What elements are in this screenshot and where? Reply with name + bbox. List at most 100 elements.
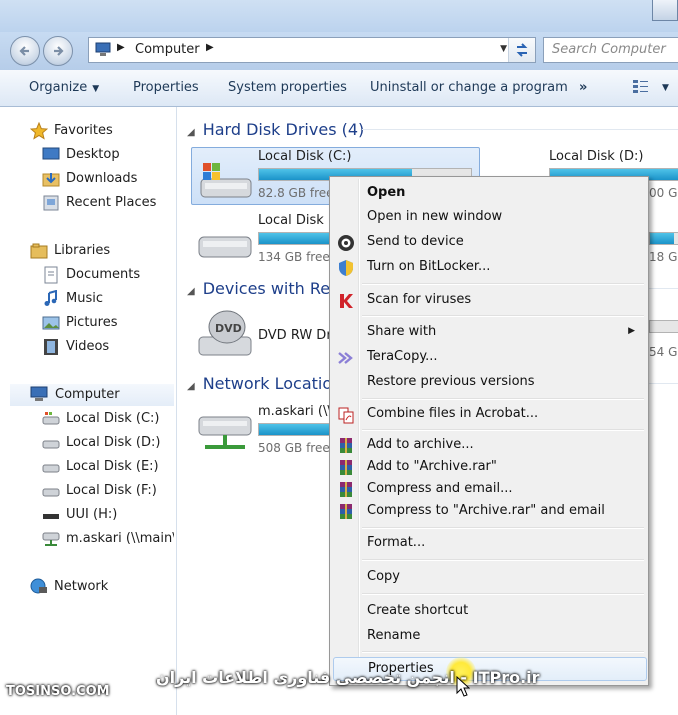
network-globe-icon <box>30 578 47 594</box>
drive-free-space: 508 GB free <box>258 441 330 455</box>
sidebar-item-uui-h[interactable]: UUI (H:) <box>42 505 174 525</box>
back-button[interactable] <box>10 36 40 66</box>
menu-item-add-to-archive-rar[interactable]: Add to "Archive.rar" <box>333 456 645 478</box>
shield-icon <box>339 260 353 276</box>
star-icon <box>30 122 48 140</box>
menu-item-compress-email[interactable]: Compress and email... <box>333 478 645 500</box>
sidebar-item-network-drive[interactable]: m.askari (\\main\ <box>42 529 174 549</box>
sidebar-item-label: Recent Places <box>66 195 157 210</box>
menu-item-label: Copy <box>367 569 400 584</box>
menu-item-label: TeraCopy... <box>367 349 438 364</box>
group-header-network-location[interactable]: ◢ Network Location <box>187 374 342 393</box>
group-header-removable-devices[interactable]: ◢ Devices with Rem <box>187 279 346 298</box>
collapse-icon: ◢ <box>187 286 195 297</box>
system-properties-button[interactable]: System properties <box>228 80 347 95</box>
winrar-icon <box>340 482 352 497</box>
sidebar-libraries[interactable]: Libraries <box>30 241 170 261</box>
sidebar-item-label: Local Disk (F:) <box>66 483 157 498</box>
sidebar-item-downloads[interactable]: Downloads <box>42 169 172 189</box>
sidebar-computer-label: Computer <box>55 387 120 402</box>
navigation-pane: Favorites Desktop Downloads Recent Place… <box>0 107 177 715</box>
sidebar-item-pictures[interactable]: Pictures <box>42 313 172 333</box>
menu-item-share-with[interactable]: Share with ▶ <box>333 321 645 343</box>
more-commands-button[interactable]: » <box>579 80 587 95</box>
forward-arrow-icon <box>54 46 64 56</box>
menu-item-label: Send to device <box>367 234 464 249</box>
collapse-icon: ◢ <box>187 381 195 392</box>
group-title: Devices with Rem <box>202 279 346 298</box>
group-title: Network Location <box>202 374 343 393</box>
search-input[interactable]: Search Computer <box>543 37 678 63</box>
watermark-left: TOSINSO.COM <box>6 684 110 699</box>
menu-item-open[interactable]: Open <box>333 182 645 204</box>
menu-item-label: Format... <box>367 535 426 550</box>
music-icon <box>44 290 57 306</box>
drive-free-space: 82.8 GB free <box>258 186 334 200</box>
sidebar-item-local-disk-f[interactable]: Local Disk (F:) <box>42 481 174 501</box>
menu-item-label: Turn on BitLocker... <box>367 259 491 274</box>
change-view-button[interactable] <box>633 79 655 99</box>
menu-item-teracopy[interactable]: TeraCopy... <box>333 346 645 368</box>
downloads-folder-icon <box>42 173 60 187</box>
uninstall-program-button[interactable]: Uninstall or change a program <box>370 80 568 95</box>
sidebar-item-label: Local Disk (D:) <box>66 435 161 450</box>
properties-button[interactable]: Properties <box>133 80 199 95</box>
menu-item-label: Scan for viruses <box>367 292 472 307</box>
drive-free-space: 18 GE <box>649 250 678 264</box>
drive-icon <box>42 440 60 449</box>
drive-usage-bar <box>649 232 678 245</box>
sidebar-item-documents[interactable]: Documents <box>42 265 172 285</box>
menu-item-add-to-archive[interactable]: Add to archive... <box>333 434 645 456</box>
address-dropdown-icon[interactable]: ▼ <box>500 44 507 54</box>
drive-icon <box>42 464 60 473</box>
network-drive-icon <box>198 416 252 449</box>
menu-item-send-to-device[interactable]: Send to device <box>333 231 645 253</box>
sidebar-item-local-disk-c[interactable]: Local Disk (C:) <box>42 409 174 429</box>
menu-item-format[interactable]: Format... <box>333 532 645 554</box>
sidebar-item-music[interactable]: Music <box>42 289 172 309</box>
minimize-button[interactable] <box>652 0 678 21</box>
command-bar: Organize ▼ Properties System properties U… <box>0 70 678 107</box>
breadcrumb-chevron-icon[interactable]: ▶ <box>206 42 214 53</box>
sidebar-item-label: Local Disk (C:) <box>66 411 160 426</box>
menu-item-label: Restore previous versions <box>367 374 535 389</box>
organize-label: Organize <box>29 80 88 95</box>
sidebar-item-local-disk-e[interactable]: Local Disk (E:) <box>42 457 174 477</box>
address-bar[interactable]: ▶ Computer ▶ ▼ <box>88 37 536 63</box>
sidebar-computer[interactable]: Computer <box>10 384 174 406</box>
sidebar-item-label: Music <box>66 291 103 306</box>
watermark-center: انجمن تخصصی فناوری اطلاعات ایران - ITPro… <box>156 668 540 687</box>
group-header-hard-disk-drives[interactable]: ◢ Hard Disk Drives (4) <box>187 120 364 139</box>
menu-item-copy[interactable]: Copy <box>333 566 645 588</box>
drive-name: Local Disk (C:) <box>258 149 352 164</box>
sidebar-network-label: Network <box>54 579 109 594</box>
organize-button[interactable]: Organize ▼ <box>29 80 99 95</box>
sidebar-item-videos[interactable]: Videos <box>42 337 172 357</box>
sidebar-item-local-disk-d[interactable]: Local Disk (D:) <box>42 433 174 453</box>
menu-item-rename[interactable]: Rename <box>333 625 645 647</box>
menu-item-open-new-window[interactable]: Open in new window <box>333 206 645 228</box>
menu-item-bitlocker[interactable]: Turn on BitLocker... <box>333 256 645 278</box>
menu-separator <box>362 429 644 431</box>
sidebar-network[interactable]: Network <box>30 577 170 597</box>
menu-separator <box>362 398 644 400</box>
menu-item-restore-previous[interactable]: Restore previous versions <box>333 371 645 393</box>
menu-item-compress-to-rar-email[interactable]: Compress to "Archive.rar" and email <box>333 500 645 522</box>
menu-separator <box>362 315 644 317</box>
recent-places-icon <box>43 195 59 211</box>
acrobat-icon <box>338 407 354 424</box>
sidebar-item-desktop[interactable]: Desktop <box>42 145 172 165</box>
menu-item-scan-viruses[interactable]: Scan for viruses <box>333 289 645 311</box>
collapse-icon: ◢ <box>187 127 195 138</box>
libraries-icon <box>30 243 48 259</box>
menu-item-acrobat-combine[interactable]: Combine files in Acrobat... <box>333 403 645 425</box>
sidebar-item-label: Pictures <box>66 315 118 330</box>
view-dropdown-icon[interactable]: ▼ <box>662 83 669 93</box>
menu-item-create-shortcut[interactable]: Create shortcut <box>333 600 645 622</box>
refresh-button[interactable] <box>508 38 535 62</box>
breadcrumb-computer[interactable]: Computer <box>135 42 200 57</box>
forward-button[interactable] <box>43 36 73 66</box>
usb-drive-icon <box>43 514 59 519</box>
sidebar-item-recent-places[interactable]: Recent Places <box>42 193 172 213</box>
sidebar-favorites[interactable]: Favorites <box>30 121 170 141</box>
